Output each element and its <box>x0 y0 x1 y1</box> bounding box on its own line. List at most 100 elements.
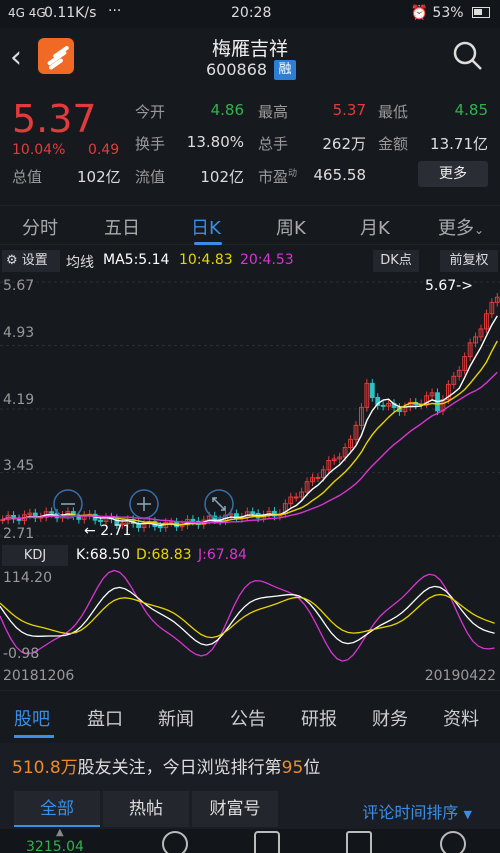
edit-icon[interactable] <box>254 831 280 853</box>
battery-percent: 53% <box>432 5 464 21</box>
category-hot[interactable]: 热帖 <box>103 791 189 827</box>
total-value-label: 总值 <box>12 168 43 186</box>
candle-body <box>380 404 386 407</box>
start-date: 20181206 <box>3 668 75 684</box>
open-label: 今开 <box>135 103 166 121</box>
kdj-line <box>0 585 495 646</box>
kdj-y-bottom: -0.98 <box>3 646 40 662</box>
tab-news[interactable]: 新闻 <box>158 705 194 731</box>
y-tick-2: 4.93 <box>3 325 35 341</box>
zoom-in-icon[interactable] <box>128 488 160 520</box>
tab-daily-k[interactable]: 日K <box>191 214 221 240</box>
low-value: 4.85 <box>454 101 488 119</box>
quote-panel: 5.37 10.04% 0.49 总值 102亿 今开 4.86 最高 5.37… <box>0 95 500 195</box>
ma20-value: 20:4.53 <box>240 252 294 268</box>
content-tabs: 股吧 盘口 新闻 公告 研报 财务 资料 <box>0 690 500 742</box>
tab-announcements[interactable]: 公告 <box>230 705 266 731</box>
float-value-label: 流值 <box>135 168 166 186</box>
follow-text-end: 位 <box>303 758 321 778</box>
tab-intraday[interactable]: 分时 <box>22 214 58 240</box>
status-bar: 4G 4G 0.11K/s ··· 20:28 ⏰ 53% <box>0 0 500 28</box>
kdj-k-value: K:68.50 <box>76 547 130 563</box>
open-value: 4.86 <box>210 101 244 119</box>
total-value: 102亿 <box>77 168 121 186</box>
battery-icon <box>472 7 490 18</box>
active-tab-indicator <box>194 242 222 245</box>
price-change-percent: 10.04% <box>12 142 66 158</box>
volume-label: 总手 <box>258 135 289 153</box>
tab-forum[interactable]: 股吧 <box>14 705 50 731</box>
index-value[interactable]: 3215.04 <box>26 839 84 853</box>
more-button[interactable]: 更多 <box>418 161 488 187</box>
y-tick-4: 3.45 <box>3 458 35 474</box>
kdj-indicator-button[interactable]: KDJ <box>2 545 68 566</box>
volume-value: 262万 <box>322 135 366 153</box>
high-label: 最高 <box>258 103 289 121</box>
tab-profile[interactable]: 资料 <box>443 705 479 731</box>
kdj-y-top: 114.20 <box>3 570 52 586</box>
pe-value: 465.58 <box>313 166 367 184</box>
candle-body <box>157 525 163 529</box>
tab-order-book[interactable]: 盘口 <box>87 705 123 731</box>
clock: 20:28 <box>231 5 272 21</box>
index-arrow-icon: ▲ <box>56 829 64 838</box>
fullscreen-icon[interactable] <box>203 488 235 520</box>
sort-dropdown[interactable]: 评论时间排序 ▼ <box>362 799 472 823</box>
candle-body <box>315 476 321 479</box>
tab-monthly-k[interactable]: 月K <box>360 214 390 240</box>
stock-header: ‹ 梅雁吉祥 600868 融 <box>0 28 500 88</box>
kdj-svg <box>0 569 495 662</box>
kdj-chart[interactable]: 114.20 -0.98 <box>0 568 500 664</box>
category-all[interactable]: 全部 <box>14 791 100 827</box>
candle-body <box>168 521 174 524</box>
active-subtab-indicator <box>14 735 54 738</box>
pe-label: 市盈动 <box>258 168 298 186</box>
category-fortune[interactable]: 财富号 <box>192 791 278 827</box>
price-change: 0.49 <box>88 142 120 158</box>
ma-legend-row: ⚙ 设置 均线 MA5:5.14 10:4.83 20:4.53 DK点 前复权 <box>0 250 500 274</box>
current-price: 5.37 <box>12 97 97 141</box>
follow-info: 510.8万股友关注，今日浏览排行第95位 <box>0 743 500 785</box>
float-value: 102亿 <box>200 168 244 186</box>
min-price-label: ← 2.71 <box>84 523 132 539</box>
turnover-value: 13.80% <box>186 133 244 151</box>
tab-weekly-k[interactable]: 周K <box>276 214 306 240</box>
alarm-icon: ⏰ <box>410 5 428 21</box>
margin-badge: 融 <box>274 60 296 80</box>
tab-more[interactable]: 更多⌄ <box>438 214 484 240</box>
ma5-value: MA5:5.14 <box>103 252 170 268</box>
battery-status: ⏰ 53% <box>411 5 490 21</box>
search-icon[interactable] <box>452 40 484 72</box>
tab-five-day[interactable]: 五日 <box>104 214 140 240</box>
candlestick-chart[interactable]: 5.67 4.93 4.19 3.45 2.71 5.67-> ← 2.71 <box>0 274 500 544</box>
settings-button[interactable]: ⚙ 设置 <box>2 250 60 272</box>
kdj-d-value: D:68.83 <box>136 547 192 563</box>
grid-icon[interactable] <box>346 831 372 853</box>
period-tabs: 分时 五日 日K 周K 月K 更多⌄ <box>0 205 500 245</box>
post-category-bar: 全部 热帖 财富号 评论时间排序 ▼ <box>0 785 500 829</box>
stock-code: 600868 <box>206 60 268 79</box>
max-price-label: 5.67-> <box>425 278 473 294</box>
kdj-line <box>0 593 495 639</box>
dk-point-button[interactable]: DK点 <box>373 250 419 272</box>
tab-research[interactable]: 研报 <box>301 705 337 731</box>
stock-name: 梅雁吉祥 <box>211 38 288 60</box>
kdj-j-value: J:67.84 <box>198 547 247 563</box>
zoom-out-icon[interactable] <box>52 488 84 520</box>
browse-rank: 95 <box>281 758 304 778</box>
amount-value: 13.71亿 <box>430 135 488 153</box>
tab-finance[interactable]: 财务 <box>372 705 408 731</box>
candle-body <box>293 496 299 499</box>
gear-icon: ⚙ <box>6 253 18 268</box>
end-date: 20190422 <box>424 668 496 684</box>
high-value: 5.37 <box>332 101 366 119</box>
trade-icon[interactable] <box>162 831 188 853</box>
low-label: 最低 <box>378 103 409 121</box>
candle-body <box>369 382 375 399</box>
forward-adjust-button[interactable]: 前复权 <box>440 250 498 272</box>
more-dots-icon[interactable] <box>440 831 466 853</box>
ma10-value: 10:4.83 <box>179 252 233 268</box>
network-speed: 0.11K/s <box>44 5 97 21</box>
kdj-legend-row: KDJ K:68.50 D:68.83 J:67.84 <box>0 545 500 567</box>
turnover-label: 换手 <box>135 135 166 153</box>
